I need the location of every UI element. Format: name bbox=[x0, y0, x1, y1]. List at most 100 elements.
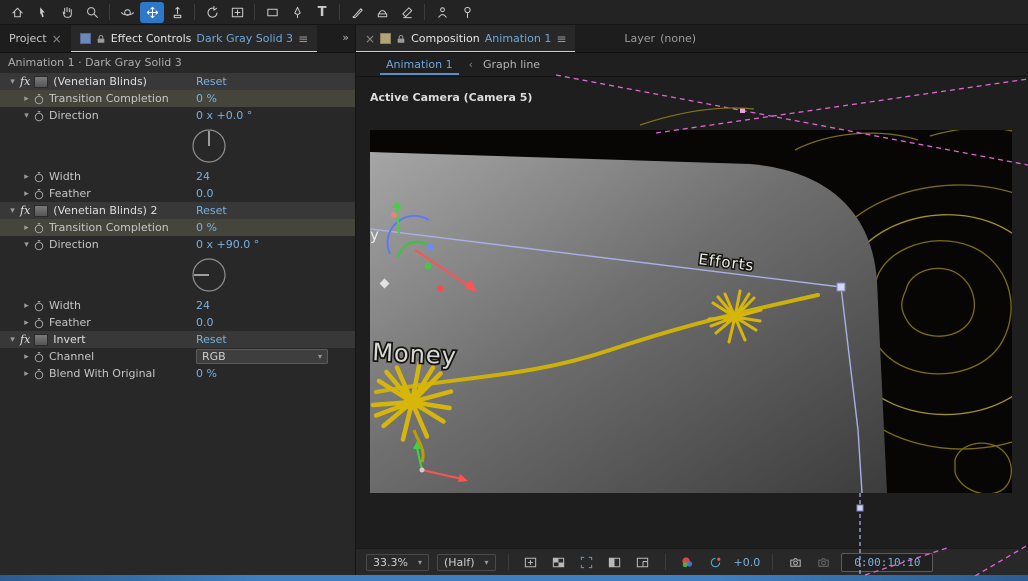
stopwatch-icon[interactable] bbox=[33, 188, 45, 200]
breadcrumb[interactable]: Animation 1 · Dark Gray Solid 3 bbox=[0, 53, 355, 73]
tool-orbit-camera-icon[interactable] bbox=[115, 2, 139, 23]
tab-overflow-icon[interactable]: » bbox=[342, 31, 349, 44]
tab-effect-controls[interactable]: Effect Controls Dark Gray Solid 3 ≡ bbox=[71, 25, 317, 52]
mask-toggle-icon[interactable] bbox=[605, 552, 625, 572]
property-value[interactable]: 0 % bbox=[196, 367, 217, 380]
money-text[interactable]: Money bbox=[372, 338, 458, 370]
tool-roto-brush-icon[interactable] bbox=[430, 2, 454, 23]
panel-menu-icon[interactable]: ≡ bbox=[298, 32, 308, 46]
tool-pan-behind-icon[interactable] bbox=[225, 2, 249, 23]
take-snapshot-icon[interactable] bbox=[785, 552, 805, 572]
stopwatch-icon[interactable] bbox=[33, 300, 45, 312]
zoom-select[interactable]: 33.3%▾ bbox=[366, 554, 429, 571]
screen-layout-icon[interactable] bbox=[633, 552, 653, 572]
stopwatch-icon[interactable] bbox=[33, 317, 45, 329]
property-label: Feather bbox=[49, 187, 91, 200]
twirl-icon[interactable]: ▸ bbox=[20, 189, 33, 199]
show-snapshot-icon[interactable] bbox=[813, 552, 833, 572]
property-value[interactable]: 24 bbox=[196, 170, 210, 183]
tool-clone-stamp-icon[interactable] bbox=[370, 2, 394, 23]
property-value[interactable]: 0.0 bbox=[196, 187, 214, 200]
tool-brush-icon[interactable] bbox=[345, 2, 369, 23]
twirl-icon[interactable]: ▸ bbox=[20, 352, 33, 362]
region-of-interest-icon[interactable] bbox=[577, 552, 597, 572]
effect-property-row[interactable]: ▸ChannelRGB▾ bbox=[0, 348, 355, 365]
timecode-display[interactable]: 0:00:10:10 bbox=[841, 553, 933, 572]
resolution-select[interactable]: (Half)▾ bbox=[437, 554, 496, 571]
effect-name: (Venetian Blinds) 2 bbox=[53, 204, 157, 217]
twirl-icon[interactable]: ▸ bbox=[20, 369, 33, 379]
selection-handle[interactable] bbox=[837, 283, 845, 291]
property-value[interactable]: 0 % bbox=[196, 92, 217, 105]
stopwatch-icon[interactable] bbox=[33, 110, 45, 122]
close-icon[interactable]: × bbox=[365, 32, 375, 46]
tool-dolly-camera-icon[interactable] bbox=[165, 2, 189, 23]
close-icon[interactable]: × bbox=[52, 32, 62, 46]
panel-menu-icon[interactable]: ≡ bbox=[556, 32, 566, 46]
twirl-icon[interactable]: ▸ bbox=[20, 301, 33, 311]
twirl-icon[interactable]: ▾ bbox=[6, 335, 19, 345]
tool-selection-icon[interactable] bbox=[30, 2, 54, 23]
twirl-icon[interactable]: ▸ bbox=[20, 318, 33, 328]
effect-header-row[interactable]: ▾fx(Venetian Blinds) 2Reset bbox=[0, 202, 355, 219]
solid-layer[interactable] bbox=[370, 152, 887, 493]
channel-settings-icon[interactable] bbox=[678, 552, 698, 572]
stopwatch-icon[interactable] bbox=[33, 368, 45, 380]
tool-pan-camera-icon[interactable] bbox=[140, 2, 164, 23]
twirl-icon[interactable]: ▾ bbox=[20, 111, 33, 121]
reset-link[interactable]: Reset bbox=[196, 75, 227, 88]
comp-nav-current[interactable]: Animation 1 bbox=[380, 55, 459, 75]
tool-zoom-icon[interactable] bbox=[80, 2, 104, 23]
reset-link[interactable]: Reset bbox=[196, 333, 227, 346]
composition-canvas[interactable]: Efforts Money y bbox=[370, 130, 1012, 493]
effect-property-row[interactable]: ▸Transition Completion0 % bbox=[0, 90, 355, 107]
direction-dial[interactable] bbox=[0, 253, 355, 297]
exposure-value[interactable]: +0.0 bbox=[734, 556, 761, 569]
tool-type-icon[interactable]: T bbox=[310, 2, 334, 23]
twirl-icon[interactable]: ▸ bbox=[20, 94, 33, 104]
effect-property-row[interactable]: ▸Width24 bbox=[0, 168, 355, 185]
tool-rect-shape-icon[interactable] bbox=[260, 2, 284, 23]
effect-property-row[interactable]: ▸Width24 bbox=[0, 297, 355, 314]
tool-home-icon[interactable] bbox=[5, 2, 29, 23]
stopwatch-icon[interactable] bbox=[33, 351, 45, 363]
comp-viewport[interactable]: Active Camera (Camera 5) bbox=[356, 77, 1028, 548]
property-value[interactable]: 0 % bbox=[196, 221, 217, 234]
property-value[interactable]: 0.0 bbox=[196, 316, 214, 329]
comp-nav-other[interactable]: Graph line bbox=[483, 58, 540, 71]
effect-header-row[interactable]: ▾fx(Venetian Blinds)Reset bbox=[0, 73, 355, 90]
stopwatch-icon[interactable] bbox=[33, 93, 45, 105]
direction-dial[interactable] bbox=[0, 124, 355, 168]
twirl-icon[interactable]: ▾ bbox=[6, 77, 19, 87]
tab-layer[interactable]: Layer (none) bbox=[615, 25, 705, 52]
stopwatch-icon[interactable] bbox=[33, 222, 45, 234]
effect-property-row[interactable]: ▸Feather0.0 bbox=[0, 314, 355, 331]
twirl-icon[interactable]: ▾ bbox=[6, 206, 19, 216]
twirl-icon[interactable]: ▸ bbox=[20, 223, 33, 233]
tool-pen-icon[interactable] bbox=[285, 2, 309, 23]
channel-select[interactable]: RGB▾ bbox=[196, 349, 328, 364]
tool-hand-icon[interactable] bbox=[55, 2, 79, 23]
tool-puppet-pin-icon[interactable] bbox=[455, 2, 479, 23]
tool-rotate-icon[interactable] bbox=[200, 2, 224, 23]
stopwatch-icon[interactable] bbox=[33, 171, 45, 183]
property-value[interactable]: 0 x +90.0 ° bbox=[196, 238, 259, 251]
tab-composition[interactable]: × Composition Animation 1 ≡ bbox=[356, 25, 575, 52]
reset-link[interactable]: Reset bbox=[196, 204, 227, 217]
effect-property-row[interactable]: ▸Blend With Original0 % bbox=[0, 365, 355, 382]
stopwatch-icon[interactable] bbox=[33, 239, 45, 251]
effect-property-row[interactable]: ▾Direction0 x +0.0 ° bbox=[0, 107, 355, 124]
effect-property-row[interactable]: ▾Direction0 x +90.0 ° bbox=[0, 236, 355, 253]
effect-property-row[interactable]: ▸ Feather 0.0 bbox=[0, 185, 355, 202]
transparency-grid-icon[interactable] bbox=[549, 552, 569, 572]
tool-eraser-icon[interactable] bbox=[395, 2, 419, 23]
property-value[interactable]: 0 x +0.0 ° bbox=[196, 109, 252, 122]
property-value[interactable]: 24 bbox=[196, 299, 210, 312]
reset-exposure-icon[interactable] bbox=[706, 552, 726, 572]
grid-options-icon[interactable] bbox=[521, 552, 541, 572]
twirl-icon[interactable]: ▾ bbox=[20, 240, 33, 250]
tab-project[interactable]: Project × bbox=[0, 25, 71, 52]
effect-property-row[interactable]: ▸Transition Completion0 % bbox=[0, 219, 355, 236]
effect-header-row[interactable]: ▾fxInvertReset bbox=[0, 331, 355, 348]
twirl-icon[interactable]: ▸ bbox=[20, 172, 33, 182]
